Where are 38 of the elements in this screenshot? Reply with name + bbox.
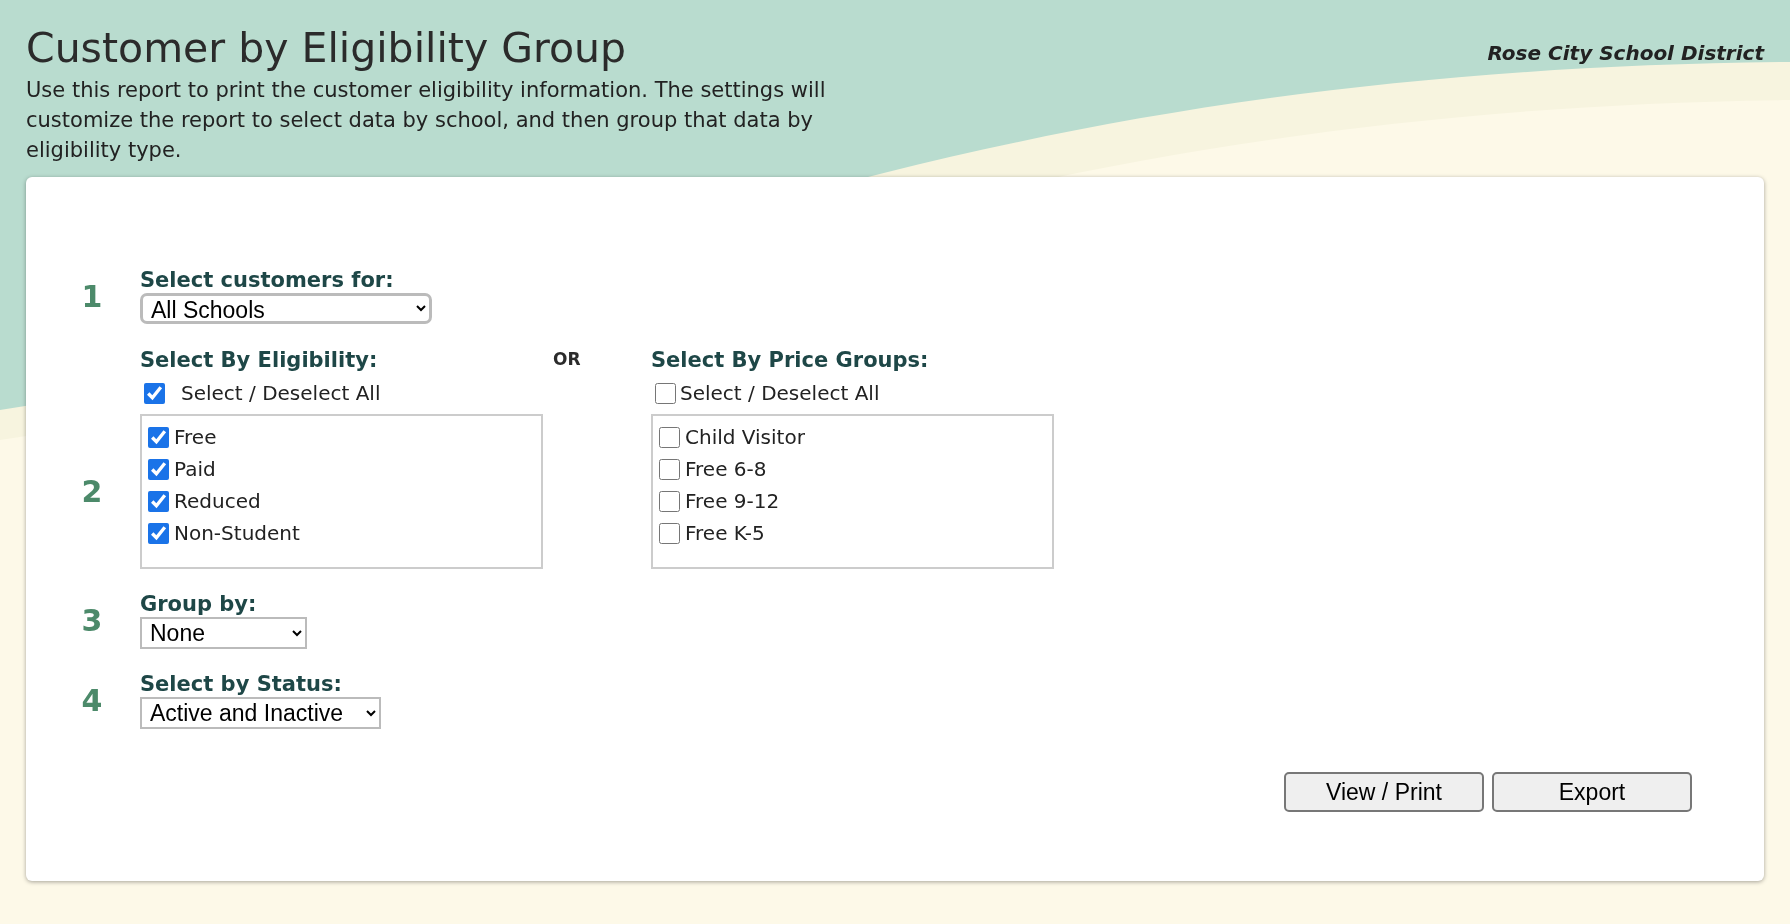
checkbox-label: Child Visitor (685, 427, 805, 448)
checkbox[interactable] (659, 426, 680, 448)
checkbox-label: Select / Deselect All (181, 383, 381, 404)
status-select[interactable]: Active and Inactive (140, 697, 381, 730)
step-number: 2 (80, 473, 103, 512)
checkbox[interactable] (655, 382, 676, 404)
checkbox[interactable] (148, 522, 169, 544)
checkbox[interactable] (659, 458, 680, 480)
action-button[interactable]: Export (1492, 772, 1692, 813)
checkbox-label: Free 6-8 (685, 459, 767, 480)
checkbox[interactable] (659, 490, 680, 512)
school-select[interactable]: All Schools (140, 293, 432, 325)
page-title: Customer by Eligibility Group (26, 24, 627, 74)
checkbox[interactable] (144, 382, 165, 404)
step-number: 4 (80, 681, 103, 720)
checkbox-label: Paid (174, 459, 216, 480)
action-button[interactable]: View / Print (1284, 772, 1484, 813)
district-name: Rose City School District (1487, 40, 1764, 67)
step-number: 3 (80, 601, 103, 640)
step-number: 1 (80, 277, 103, 316)
field-label: Select By Eligibility: (140, 347, 379, 374)
page-description: Use this report to print the customer eligibility information. The settings will customize the report to select data by school, and then group that data by eligibility type. (26, 77, 827, 165)
group-by-select[interactable]: None (140, 617, 307, 650)
checkbox-label: Non-Student (174, 523, 300, 544)
checkbox-label: Free 9-12 (685, 491, 780, 512)
checkbox-label: Free (174, 427, 217, 448)
checkbox-label: Free K-5 (685, 523, 765, 544)
field-label: Group by: (140, 591, 258, 618)
checkbox-label: Select / Deselect All (680, 383, 880, 404)
checkbox[interactable] (659, 522, 680, 544)
field-label: Select By Price Groups: (651, 347, 930, 374)
checkbox[interactable] (148, 490, 169, 512)
or-separator: OR (552, 348, 582, 372)
field-label: Select customers for: (140, 267, 395, 294)
checkbox[interactable] (148, 458, 169, 480)
checkbox[interactable] (148, 426, 169, 448)
checkbox-label: Reduced (174, 491, 261, 512)
field-label: Select by Status: (140, 671, 343, 698)
